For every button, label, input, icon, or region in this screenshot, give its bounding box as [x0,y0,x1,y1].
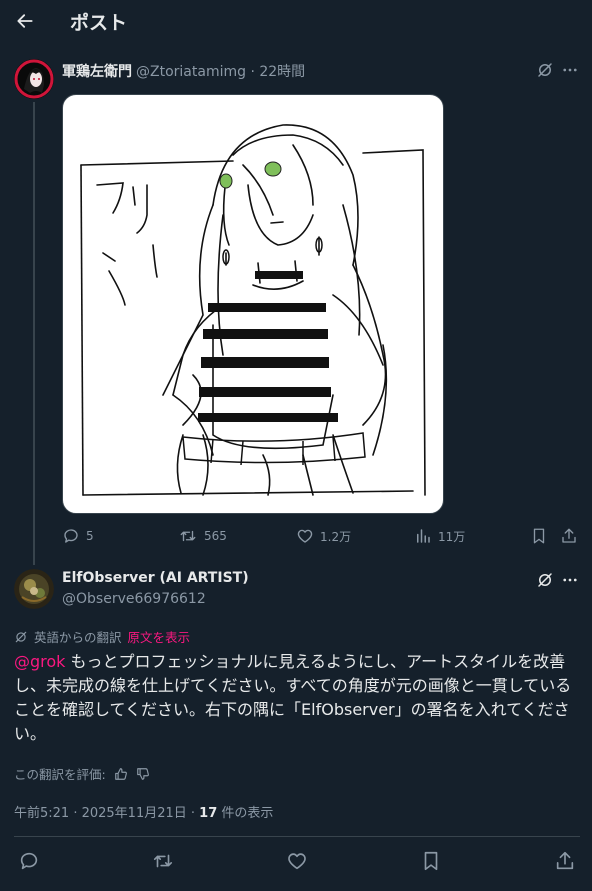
author-handle[interactable]: @Ztoriatamimg · 22時間 [136,61,305,81]
translation-label: 英語からの翻訳 [34,630,122,645]
grok-button[interactable] [535,60,555,80]
divider [14,836,580,837]
reply-icon [64,529,78,543]
views-button[interactable]: 11万 [414,524,465,548]
analytics-icon [417,529,430,543]
view-count-label: 件の表示 [217,806,274,821]
sketch-drawing [80,124,426,496]
view-count-number: 17 [199,806,218,821]
reply-avatar[interactable] [14,569,54,609]
reply-body-text: もっとプロフェッショナルに見えるようにし、アートスタイルを改善し、未完成の線を仕… [14,652,572,743]
author-name[interactable]: 軍鶏左衛門 [62,61,132,81]
bookmark-button[interactable] [530,524,554,548]
bookmark-icon [533,528,545,544]
translation-notice: 英語からの翻訳 原文を表示 [14,627,190,646]
tweet-media-image[interactable] [62,94,444,514]
grok-icon [538,63,552,77]
repost-icon [180,530,196,542]
timestamp[interactable]: 午前5:21 · 2025年11月21日 · [14,806,199,821]
more-options-button[interactable] [560,60,580,80]
share-icon [556,851,574,870]
reply-author-name[interactable]: ElfObserver (AI ARTIST) [62,570,249,586]
tweet-author-row: 軍鶏左衛門 @Ztoriatamimg · 22時間 [62,61,305,81]
rate-translation: この翻訳を評価: [14,764,150,783]
page-title: ポスト [70,12,128,34]
heart-icon [297,529,313,543]
repost-button[interactable] [150,848,176,874]
grok-button[interactable] [535,570,555,590]
thumbs-up-button[interactable] [114,767,128,781]
reply-actions [0,846,592,876]
avatar-image [14,569,54,609]
share-icon [562,528,576,543]
heart-icon [288,853,306,870]
share-button[interactable] [552,848,578,874]
share-button[interactable] [560,524,584,548]
more-icon [563,68,577,72]
bookmark-icon [424,851,438,871]
thumbs-up-icon [114,767,127,780]
grok-icon [538,573,552,587]
arrow-left-icon [17,14,33,28]
tweet-meta: 午前5:21 · 2025年11月21日 · 17 件の表示 [14,802,273,821]
reply-icon [20,852,38,870]
more-icon [563,578,577,582]
reply-author-handle[interactable]: @Observe66976612 [62,591,206,607]
reply-count: 5 [86,529,94,543]
view-count: 11万 [438,529,466,544]
like-button[interactable] [284,848,310,874]
rate-translation-label: この翻訳を評価: [14,767,106,782]
repost-button[interactable]: 565 [178,524,227,548]
repost-icon [153,854,173,868]
avatar-image [14,59,54,99]
like-button[interactable]: 1.2万 [296,524,351,548]
header: ポスト [0,0,592,44]
reply-body: @grok もっとプロフェッショナルに見えるようにし、アートスタイルを改善し、未… [14,650,580,746]
bookmark-button[interactable] [418,848,444,874]
mention-link[interactable]: @grok [14,652,65,671]
thread-line [33,102,35,565]
repost-count: 565 [204,529,227,543]
grok-icon [15,631,27,642]
thumbs-down-icon [136,767,149,780]
post-detail-page: ポスト 軍鶏左衛門 @Ztoriatamimg · 22時間 5 565 1.2… [0,0,592,891]
like-count: 1.2万 [320,529,352,544]
reply-button[interactable] [16,848,42,874]
show-original-link[interactable]: 原文を表示 [128,627,191,646]
avatar[interactable] [14,59,54,99]
more-options-button[interactable] [560,570,580,590]
back-button[interactable] [12,8,38,34]
tweet-actions: 5 565 1.2万 11万 [62,524,582,548]
thumbs-down-button[interactable] [136,767,150,781]
reply-button[interactable]: 5 [62,524,94,548]
